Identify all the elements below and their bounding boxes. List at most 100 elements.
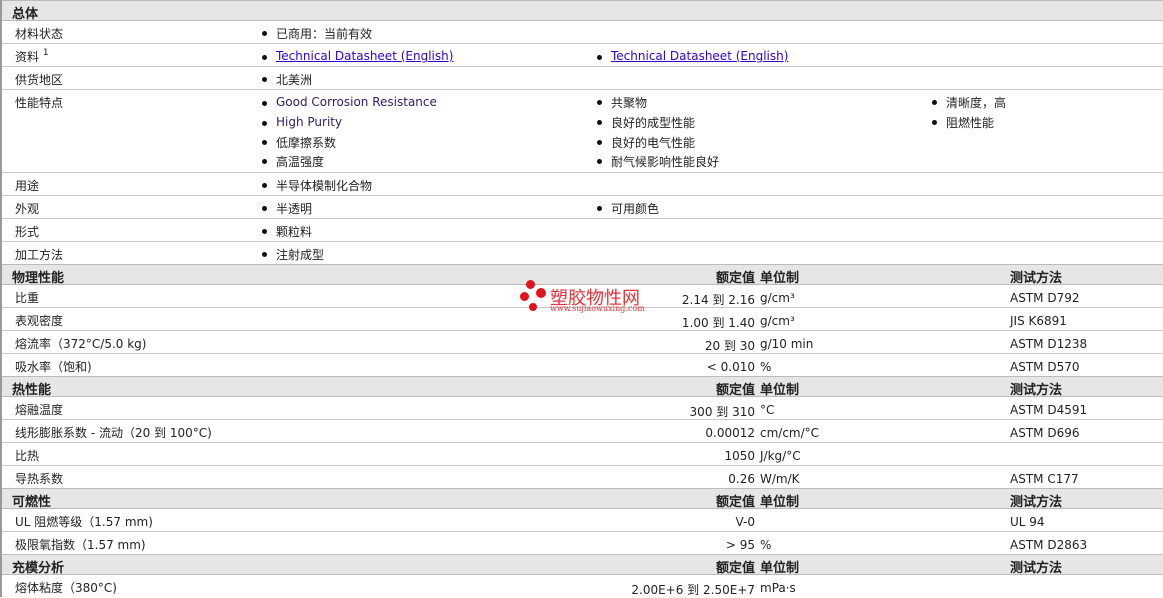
property-label: 熔体粘度（380°C) — [15, 581, 117, 595]
property-label: 导热系数 — [15, 472, 64, 486]
property-unit: % — [760, 360, 772, 374]
unit-header: 单位制 — [760, 561, 800, 576]
property-unit: g/10 min — [760, 337, 814, 351]
property-sections: 物理性能 额定值 单位制 测试方法 比重 2.14 到 2.16 g/cm³ A… — [2, 264, 1163, 597]
property-label: 线形膨胀系数 - 流动（20 到 100°C) — [15, 426, 212, 440]
datasheet-link[interactable]: Technical Datasheet (English) — [276, 49, 453, 63]
test-method-header: 测试方法 — [1010, 495, 1063, 510]
property-value: 0.00012 — [705, 426, 755, 440]
property-row: 线形膨胀系数 - 流动（20 到 100°C) 0.00012 cm/cm/°C… — [2, 420, 1163, 443]
row-documents: 资料 1 Technical Datasheet (English) Techn… — [2, 44, 1163, 67]
feature: 低摩擦系数 — [262, 134, 336, 151]
feature: 耐气候影响性能良好 — [597, 153, 719, 170]
property-unit: g/cm³ — [760, 314, 795, 328]
test-method: ASTM D2863 — [1010, 538, 1088, 552]
test-method: ASTM D570 — [1010, 360, 1080, 374]
section-header: 热性能 额定值 单位制 测试方法 — [2, 376, 1163, 398]
feature: 高温强度 — [262, 153, 324, 170]
row-uses: 用途 半导体模制化合物 — [2, 173, 1163, 196]
row-label: 材料状态 — [15, 27, 64, 41]
section-header: 充模分析 额定值 单位制 测试方法 — [2, 554, 1163, 576]
property-label: 极限氧指数（1.57 mm) — [15, 538, 146, 552]
property-unit: g/cm³ — [760, 291, 795, 305]
property-value: 1050 — [724, 449, 755, 463]
feature: High Purity — [262, 115, 342, 129]
value: 已商用：当前有效 — [262, 25, 372, 42]
test-method: ASTM D696 — [1010, 426, 1080, 440]
property-label: 熔融温度 — [15, 403, 64, 417]
property-value: 0.26 — [728, 472, 755, 486]
value: 注射成型 — [262, 246, 324, 263]
unit-header: 单位制 — [760, 495, 800, 510]
footnote: 1 — [42, 48, 49, 58]
row-region: 供货地区 北美洲 — [2, 67, 1163, 90]
test-method: JIS K6891 — [1010, 314, 1067, 328]
feature: 阻燃性能 — [932, 114, 994, 131]
unit-header: 单位制 — [760, 383, 800, 398]
value: 北美洲 — [262, 71, 312, 88]
property-unit: mPa·s — [760, 581, 796, 595]
feature: 清晰度，高 — [932, 94, 1006, 111]
property-label: 熔流率（372°C/5.0 kg) — [15, 337, 147, 351]
property-unit: °C — [760, 403, 775, 417]
section-title: 热性能 — [12, 383, 52, 398]
feature: 良好的电气性能 — [597, 134, 695, 151]
property-unit: cm/cm/°C — [760, 426, 820, 440]
property-unit: % — [760, 538, 772, 552]
test-method: UL 94 — [1010, 515, 1045, 529]
row-form: 形式 颗粒料 — [2, 219, 1163, 242]
property-value: < 0.010 — [706, 360, 755, 374]
section-title: 可燃性 — [12, 495, 52, 510]
feature: 良好的成型性能 — [597, 114, 695, 131]
property-row: 吸水率（饱和) < 0.010 % ASTM D570 — [2, 354, 1163, 376]
row-label: 外观 — [15, 202, 40, 216]
value: 颗粒料 — [262, 223, 312, 240]
property-value: 2.14 到 2.16 — [681, 293, 755, 307]
nominal-header: 额定值 — [715, 561, 755, 576]
property-label: 吸水率（饱和) — [15, 360, 92, 374]
nominal-header: 额定值 — [715, 383, 755, 398]
value: 可用颜色 — [597, 200, 659, 217]
row-label: 供货地区 — [15, 73, 64, 87]
property-value: 1.00 到 1.40 — [681, 316, 755, 330]
test-method: ASTM D4591 — [1010, 403, 1088, 417]
property-row: 极限氧指数（1.57 mm) > 95 % ASTM D2863 — [2, 532, 1163, 554]
property-row: 熔融温度 300 到 310 °C ASTM D4591 — [2, 397, 1163, 420]
property-label: 比热 — [15, 449, 40, 463]
section-title: 物理性能 — [12, 271, 65, 286]
property-unit: W/m/K — [760, 472, 800, 486]
row-label: 性能特点 — [15, 96, 64, 110]
test-method-header: 测试方法 — [1010, 561, 1063, 576]
row-appearance: 外观 半透明 可用颜色 — [2, 196, 1163, 219]
row-processing: 加工方法 注射成型 — [2, 242, 1163, 264]
datasheet: 总体 材料状态 已商用：当前有效 资料 1 Technical Datasheet… — [0, 0, 1163, 597]
property-row: 比热 1050 J/kg/°C — [2, 443, 1163, 466]
section-header-general: 总体 — [2, 0, 1163, 22]
section-title: 充模分析 — [12, 561, 65, 576]
property-row: 表观密度 1.00 到 1.40 g/cm³ JIS K6891 — [2, 308, 1163, 331]
unit-header: 单位制 — [760, 271, 800, 286]
value: 半透明 — [262, 200, 312, 217]
property-row: 比重 2.14 到 2.16 g/cm³ ASTM D792 — [2, 285, 1163, 308]
property-value: > 95 — [725, 538, 755, 552]
property-label: 表观密度 — [15, 314, 64, 328]
property-label: 比重 — [15, 291, 40, 305]
test-method-header: 测试方法 — [1010, 383, 1063, 398]
row-material-status: 材料状态 已商用：当前有效 — [2, 21, 1163, 44]
property-value: 20 到 30 — [704, 339, 755, 353]
section-header: 物理性能 额定值 单位制 测试方法 — [2, 264, 1163, 286]
datasheet-link[interactable]: Technical Datasheet (English) — [611, 49, 788, 63]
nominal-header: 额定值 — [715, 271, 755, 286]
property-row: UL 阻燃等级（1.57 mm) V-0 UL 94 — [2, 509, 1163, 532]
feature: Good Corrosion Resistance — [262, 95, 437, 109]
property-row: 熔体粘度（380°C) 2.00E+6 到 2.50E+7 mPa·s — [2, 575, 1163, 597]
property-label: UL 阻燃等级（1.57 mm) — [15, 515, 153, 529]
property-row: 熔流率（372°C/5.0 kg) 20 到 30 g/10 min ASTM … — [2, 331, 1163, 354]
test-method: ASTM C177 — [1010, 472, 1079, 486]
test-method: ASTM D1238 — [1010, 337, 1088, 351]
section-title: 总体 — [12, 7, 39, 22]
label-text: 资料 — [15, 50, 40, 64]
row-label: 资料 1 — [15, 48, 49, 65]
feature: 共聚物 — [597, 94, 647, 111]
value: 半导体模制化合物 — [262, 177, 372, 194]
